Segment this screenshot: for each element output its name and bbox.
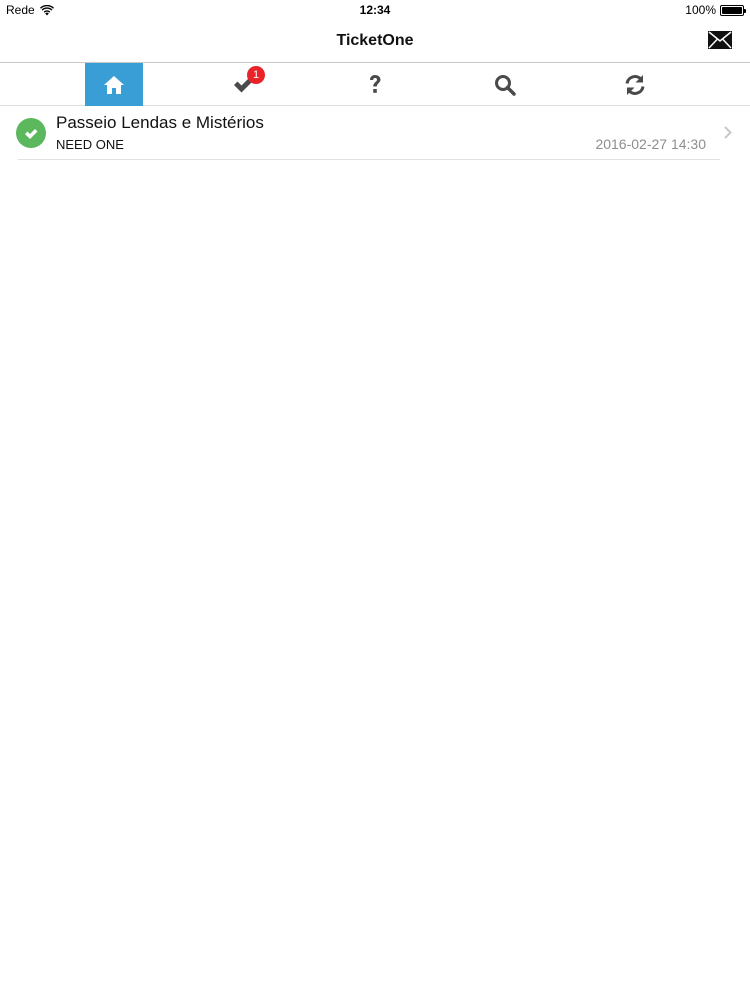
- battery-fill: [722, 6, 742, 14]
- chevron-right-icon: [724, 126, 732, 139]
- envelope-icon: [708, 31, 732, 49]
- ticket-date: 2016-02-27 14:30: [595, 136, 706, 152]
- battery-percent: 100%: [685, 3, 716, 17]
- check-icon: [25, 128, 38, 139]
- page-title: TicketOne: [336, 32, 414, 49]
- check-circle-icon: [16, 118, 46, 148]
- status-bar: Rede 12:34 100%: [0, 0, 750, 20]
- tab-bar: 1: [0, 62, 750, 106]
- tab-checked[interactable]: 1: [215, 63, 273, 106]
- status-time: 12:34: [359, 3, 391, 17]
- divider: [18, 159, 720, 160]
- status-right: 100%: [685, 3, 746, 17]
- tab-refresh[interactable]: [606, 63, 664, 106]
- mail-button[interactable]: [708, 31, 732, 49]
- app-screen: Rede 12:34 100% TicketOne 1 Passeio Lend…: [0, 0, 750, 1000]
- navigation-bar: TicketOne: [0, 20, 750, 62]
- tab-badge: 1: [247, 66, 265, 84]
- ticket-subtitle: NEED ONE: [56, 137, 124, 152]
- tab-help[interactable]: [346, 63, 404, 106]
- ticket-title: Passeio Lendas e Mistérios: [56, 113, 264, 132]
- tab-search[interactable]: [476, 63, 534, 106]
- battery-icon: [720, 4, 746, 16]
- home-icon: [104, 75, 124, 94]
- question-icon: [370, 75, 381, 93]
- tab-home[interactable]: [85, 63, 143, 106]
- ticket-list: Passeio Lendas e Mistérios NEED ONE 2016…: [0, 106, 750, 160]
- search-icon: [495, 74, 516, 96]
- refresh-icon: [625, 74, 645, 95]
- list-item[interactable]: Passeio Lendas e Mistérios NEED ONE 2016…: [0, 106, 750, 160]
